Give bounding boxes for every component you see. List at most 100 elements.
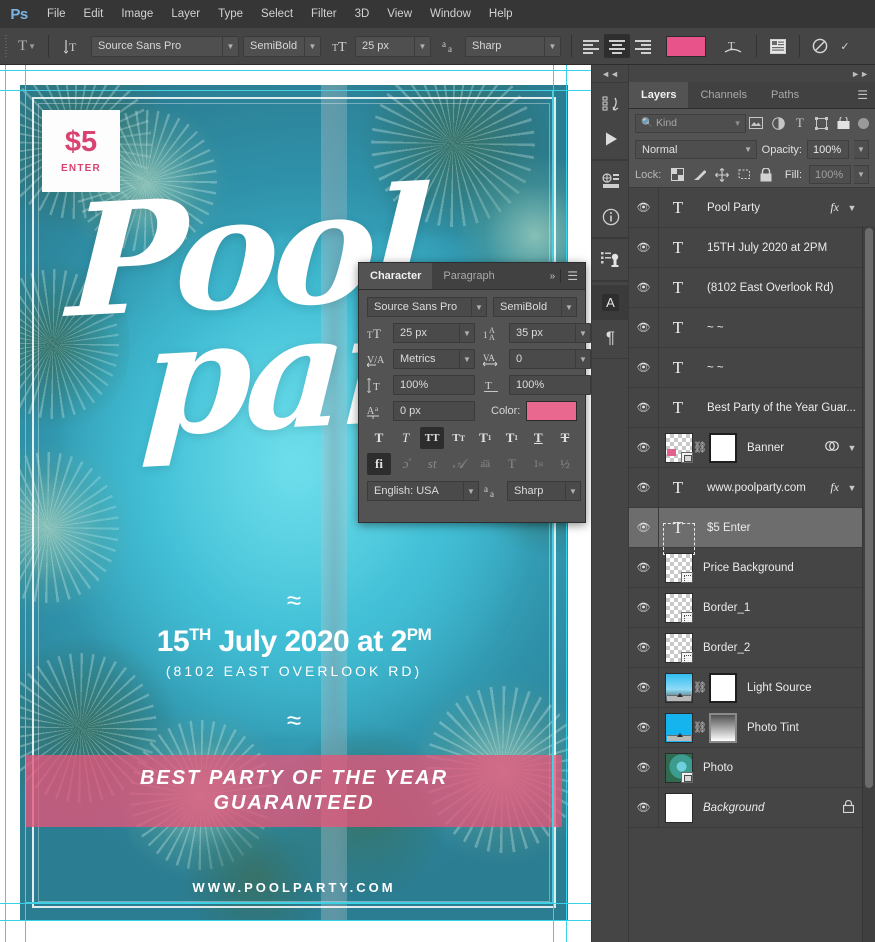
blend-mode-dropdown[interactable]: Normal ▼ — [635, 140, 757, 159]
character-styles-icon[interactable] — [592, 242, 629, 277]
panel-menu-icon[interactable]: ☰ — [561, 263, 585, 289]
menu-window[interactable]: Window — [421, 0, 480, 28]
menu-layer[interactable]: Layer — [162, 0, 209, 28]
layer-visibility-toggle[interactable]: 👁 — [629, 547, 659, 588]
layer-name[interactable]: Pool Party — [697, 202, 830, 214]
layer-mask-link-icon[interactable]: ⛓ — [693, 681, 707, 694]
blending-options-icon[interactable] — [825, 439, 843, 457]
lock-image-pixels-icon[interactable] — [690, 165, 709, 184]
filter-pixel-icon[interactable] — [746, 113, 768, 133]
guide-vertical-left-outer[interactable] — [5, 65, 6, 942]
layer-visibility-toggle[interactable]: 👁 — [629, 787, 659, 828]
table-row[interactable]: 👁 T 15TH July 2020 at 2PM — [629, 227, 875, 268]
guide-horizontal-lower[interactable] — [0, 903, 591, 904]
layer-visibility-toggle[interactable]: 👁 — [629, 627, 659, 668]
layer-visibility-toggle[interactable]: 👁 — [629, 387, 659, 428]
layer-name[interactable]: Banner — [737, 442, 825, 454]
table-row[interactable]: 👁 Background — [629, 787, 875, 828]
subscript-icon[interactable]: T1 — [500, 427, 524, 449]
layer-visibility-toggle[interactable]: 👁 — [629, 227, 659, 268]
table-row[interactable]: 👁 T ~ ~ — [629, 307, 875, 348]
align-left-icon[interactable] — [578, 34, 604, 58]
tab-layers[interactable]: Layers — [629, 82, 689, 108]
commit-edits-icon[interactable]: ✓ — [834, 34, 856, 58]
faux-italic-icon[interactable]: T — [394, 427, 418, 449]
table-row[interactable]: 👁 T Best Party of the Year Guar... — [629, 387, 875, 428]
guide-vertical-left-inner[interactable] — [25, 65, 26, 942]
table-row[interactable]: 👁 Photo — [629, 747, 875, 788]
layer-thumbnail[interactable] — [665, 792, 693, 823]
filter-enable-toggle-icon[interactable] — [858, 117, 870, 129]
font-style-dropdown[interactable]: SemiBold ▼ — [243, 35, 321, 57]
expand-panel-icon[interactable]: » — [545, 263, 561, 289]
chevron-down-icon[interactable]: ▼ — [843, 203, 861, 213]
layer-name[interactable]: (8102 East Overlook Rd) — [697, 282, 861, 294]
font-size-dropdown[interactable]: 25 px ▼ — [355, 35, 431, 57]
layer-visibility-toggle[interactable]: 👁 — [629, 467, 659, 508]
layer-name[interactable]: Border_1 — [693, 602, 861, 614]
layer-name[interactable]: ~ ~ — [697, 322, 861, 334]
char-anti-alias-dropdown[interactable]: Sharp ▼ — [507, 481, 581, 501]
tab-channels[interactable]: Channels — [688, 82, 758, 108]
table-row[interactable]: 👁 ⛓ Light Source — [629, 667, 875, 708]
layer-name[interactable]: www.poolparty.com — [697, 482, 830, 494]
table-row[interactable]: 👁 T Pool Party fx ▼ — [629, 187, 875, 228]
all-caps-icon[interactable]: TT — [420, 427, 445, 449]
menu-help[interactable]: Help — [480, 0, 522, 28]
char-language-dropdown[interactable]: English: USA ▼ — [367, 481, 479, 501]
menu-select[interactable]: Select — [252, 0, 302, 28]
layer-visibility-toggle[interactable]: 👁 — [629, 347, 659, 388]
history-icon[interactable] — [592, 86, 629, 121]
banner-bar[interactable]: BEST PARTY OF THE YEAR GUARANTEED — [26, 755, 562, 827]
layer-visibility-toggle[interactable]: 👁 — [629, 507, 659, 548]
scrollbar-thumb[interactable] — [865, 228, 873, 788]
table-row[interactable]: 👁 ⛓ Photo Tint — [629, 707, 875, 748]
layer-mask-thumbnail[interactable] — [709, 432, 737, 463]
layer-thumbnail[interactable] — [665, 552, 693, 583]
table-row[interactable]: 👁 Border_1 — [629, 587, 875, 628]
titling-alternates-icon[interactable]: T — [500, 453, 524, 475]
type-tool-icon[interactable]: T ▼ — [12, 34, 42, 58]
fractions-icon[interactable]: ½ — [553, 453, 577, 475]
lock-all-icon[interactable] — [756, 165, 775, 184]
toggle-character-panel-icon[interactable] — [763, 34, 793, 58]
char-font-style-dropdown[interactable]: SemiBold ▼ — [493, 297, 577, 317]
layer-visibility-toggle[interactable]: 👁 — [629, 707, 659, 748]
layer-effects-icon[interactable]: fx — [830, 480, 843, 495]
opacity-chevron-down-icon[interactable]: ▼ — [854, 140, 869, 159]
layer-mask-thumbnail[interactable] — [709, 712, 737, 743]
layer-name[interactable]: ~ ~ — [697, 362, 861, 374]
tab-character[interactable]: Character — [359, 263, 433, 289]
layer-list-scrollbar[interactable] — [862, 226, 875, 942]
lock-artboard-nesting-icon[interactable] — [734, 165, 753, 184]
paragraph-panel-icon[interactable]: ¶ — [592, 320, 629, 355]
char-horizontal-scale-field[interactable]: 100% — [509, 375, 591, 395]
create-warped-text-icon[interactable]: T — [716, 34, 750, 58]
layer-thumbnail[interactable] — [665, 432, 693, 463]
layer-thumbnail[interactable] — [665, 672, 693, 703]
properties-icon[interactable] — [592, 164, 629, 199]
superscript-icon[interactable]: T1 — [473, 427, 497, 449]
underline-icon[interactable]: T — [526, 427, 550, 449]
layer-name[interactable]: Background — [693, 802, 835, 814]
char-font-family-dropdown[interactable]: Source Sans Pro ▼ — [367, 297, 487, 317]
layer-name[interactable]: Light Source — [737, 682, 861, 694]
menu-image[interactable]: Image — [112, 0, 162, 28]
char-leading-field[interactable]: 35 px ▼ — [509, 323, 591, 343]
menu-filter[interactable]: Filter — [302, 0, 346, 28]
align-right-icon[interactable] — [630, 34, 656, 58]
expand-panels-icon[interactable]: ►► — [629, 65, 875, 82]
layer-name[interactable]: Best Party of the Year Guar... — [697, 402, 861, 414]
faux-bold-icon[interactable]: T — [367, 427, 391, 449]
layer-visibility-toggle[interactable]: 👁 — [629, 267, 659, 308]
lock-transparent-pixels-icon[interactable] — [668, 165, 687, 184]
layer-name[interactable]: 15TH July 2020 at 2PM — [697, 242, 861, 254]
font-family-dropdown[interactable]: Source Sans Pro ▼ — [91, 35, 239, 57]
align-center-icon[interactable] — [604, 34, 630, 58]
filter-type-icon[interactable]: T — [789, 113, 811, 133]
swash-icon[interactable]: 𝒜 — [447, 453, 471, 475]
strikethrough-icon[interactable]: T — [553, 427, 577, 449]
toggle-text-orientation-icon[interactable]: T — [55, 34, 87, 58]
contextual-alternates-icon[interactable]: st — [420, 453, 444, 475]
layer-mask-link-icon[interactable]: ⛓ — [693, 441, 707, 454]
